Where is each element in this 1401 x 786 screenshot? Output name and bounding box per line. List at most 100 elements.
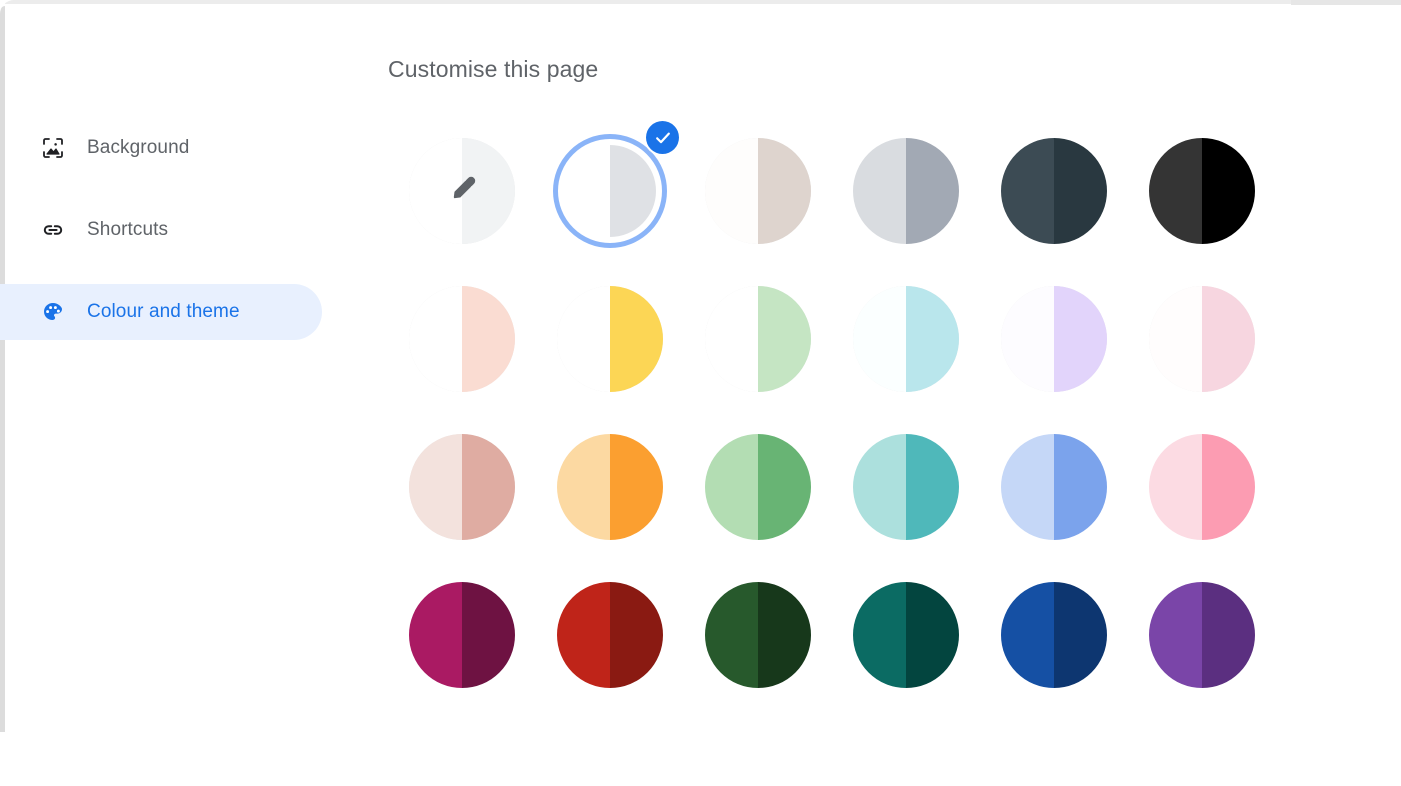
swatch-circle	[705, 286, 811, 392]
sidebar-item-background[interactable]: Background	[0, 120, 322, 176]
sidebar-item-shortcuts[interactable]: Shortcuts	[0, 202, 322, 258]
swatch-half-left	[853, 434, 906, 540]
sidebar-item-label: Shortcuts	[87, 219, 169, 240]
link-icon	[40, 217, 66, 243]
swatch-half-right	[906, 582, 959, 688]
swatch-half-left	[557, 582, 610, 688]
swatch-half-left	[1001, 286, 1054, 392]
colour-swatch-warm-grey[interactable]	[684, 117, 832, 265]
colour-swatch-orange[interactable]	[536, 413, 684, 561]
swatch-half-right	[906, 138, 959, 244]
window-top-right-edge	[1291, 0, 1401, 5]
sidebar-item-label: Background	[87, 137, 190, 158]
swatch-circle	[1001, 582, 1107, 688]
check-icon	[653, 128, 673, 148]
swatch-half-left	[1149, 582, 1202, 688]
swatch-half-right	[758, 286, 811, 392]
swatch-half-right	[610, 434, 663, 540]
swatch-circle	[853, 138, 959, 244]
selected-check-badge	[646, 121, 679, 154]
swatch-half-right	[462, 138, 515, 244]
swatch-half-right	[1202, 286, 1255, 392]
swatch-half-left	[853, 286, 906, 392]
swatch-half-right	[462, 582, 515, 688]
colour-swatch-pale-pink[interactable]	[1128, 265, 1276, 413]
swatch-half-left	[705, 138, 758, 244]
swatch-half-left	[853, 138, 906, 244]
colour-swatch-dark-green[interactable]	[684, 561, 832, 709]
swatch-circle	[1149, 434, 1255, 540]
colour-swatch-yellow[interactable]	[536, 265, 684, 413]
colour-swatch-dark-blue[interactable]	[980, 561, 1128, 709]
colour-swatch-dusty-rose[interactable]	[388, 413, 536, 561]
swatch-half-left	[1001, 434, 1054, 540]
swatch-half-left	[853, 582, 906, 688]
colour-swatch-dark-teal[interactable]	[832, 561, 980, 709]
colour-swatch-green[interactable]	[684, 413, 832, 561]
colour-swatch-pale-lavender[interactable]	[980, 265, 1128, 413]
dialog-sidebar: Background Shortcuts Colour and theme	[0, 120, 340, 340]
swatch-half-right	[610, 582, 663, 688]
colour-swatch-pale-green[interactable]	[684, 265, 832, 413]
colour-swatch-teal[interactable]	[832, 413, 980, 561]
image-icon	[40, 135, 66, 161]
swatch-circle	[1001, 434, 1107, 540]
swatch-circle	[1149, 286, 1255, 392]
swatch-half-right	[462, 434, 515, 540]
swatch-circle	[409, 434, 515, 540]
colour-swatch-pale-peach[interactable]	[388, 265, 536, 413]
colour-swatch-dark-red[interactable]	[536, 561, 684, 709]
colour-swatch-pale-cyan[interactable]	[832, 265, 980, 413]
swatch-half-left	[564, 145, 610, 237]
swatch-half-right	[758, 138, 811, 244]
swatch-circle	[853, 434, 959, 540]
colour-swatch-dark-slate[interactable]	[980, 117, 1128, 265]
swatch-circle	[409, 286, 515, 392]
swatch-circle	[1149, 138, 1255, 244]
sidebar-item-label: Colour and theme	[87, 301, 240, 322]
colour-swatch-grid	[388, 117, 1276, 709]
swatch-half-left	[1149, 434, 1202, 540]
page-title: Customise this page	[388, 56, 599, 82]
swatch-half-right	[610, 145, 656, 237]
palette-icon	[40, 299, 66, 325]
swatch-half-right	[1054, 138, 1107, 244]
swatch-circle	[853, 582, 959, 688]
swatch-half-left	[409, 434, 462, 540]
swatch-half-left	[1001, 582, 1054, 688]
swatch-circle	[557, 286, 663, 392]
colour-swatch-periwinkle[interactable]	[980, 413, 1128, 561]
swatch-half-right	[1202, 138, 1255, 244]
swatch-circle	[1149, 582, 1255, 688]
swatch-half-right	[610, 286, 663, 392]
window-top-edge	[5, 0, 1401, 4]
swatch-circle	[705, 434, 811, 540]
swatch-half-right	[1202, 434, 1255, 540]
swatch-half-right	[906, 286, 959, 392]
swatch-half-left	[1149, 286, 1202, 392]
colour-swatch-black[interactable]	[1128, 117, 1276, 265]
swatch-circle	[557, 582, 663, 688]
swatch-circle	[705, 138, 811, 244]
swatch-half-right	[1202, 582, 1255, 688]
swatch-half-right	[462, 286, 515, 392]
colour-swatch-dark-magenta[interactable]	[388, 561, 536, 709]
window-left-edge	[0, 6, 5, 732]
sidebar-item-colour-and-theme[interactable]: Colour and theme	[0, 284, 322, 340]
colour-swatch-dark-purple[interactable]	[1128, 561, 1276, 709]
colour-swatch-default-light[interactable]	[536, 117, 684, 265]
swatch-half-left	[557, 434, 610, 540]
swatch-half-right	[758, 582, 811, 688]
swatch-half-left	[409, 138, 462, 244]
colour-swatch-pink[interactable]	[1128, 413, 1276, 561]
swatch-circle	[705, 582, 811, 688]
swatch-circle	[853, 286, 959, 392]
colour-swatch-cool-grey[interactable]	[832, 117, 980, 265]
colour-swatch-custom-colour-picker[interactable]	[388, 117, 536, 265]
swatch-half-left	[705, 434, 758, 540]
swatch-half-left	[409, 286, 462, 392]
swatch-half-right	[1054, 434, 1107, 540]
swatch-half-left	[705, 286, 758, 392]
swatch-half-left	[1001, 138, 1054, 244]
swatch-half-left	[409, 582, 462, 688]
